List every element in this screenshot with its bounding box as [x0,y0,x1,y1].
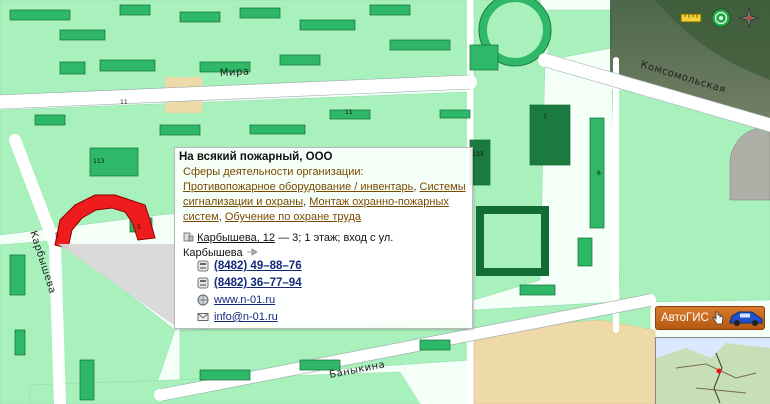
address-line-2: Карбышева [183,247,258,259]
building-number: 11 [120,99,128,106]
website-row: www.n-01.ru [197,293,275,307]
building-number: 133 [472,151,484,158]
activity-categories: Противопожарное оборудование / инвентарь… [183,181,466,223]
address-link[interactable]: Карбышева, 12 [197,232,275,244]
map-viewport[interactable]: Мира Комсомольская Карбышева Баныкина 11… [0,0,770,404]
map-toolbar [678,6,764,30]
building-number: 5 [137,224,141,231]
organization-info-popup: На всякий пожарный, ООО Сферы деятельнос… [174,147,473,329]
building-number: 7 [543,114,547,121]
building-number: 5 [55,232,59,239]
category-link-labor-training[interactable]: Обучение по охране труда [225,211,361,223]
building-icon [183,232,194,242]
phone-icon [197,260,209,272]
building-number: 6 [597,170,601,177]
activity-section-label: Сферы деятельности организации: [183,166,364,178]
radar-icon[interactable] [708,6,734,30]
organization-title: На всякий пожарный, ООО [179,151,333,163]
car-icon [728,308,764,328]
ruler-icon[interactable] [678,6,704,30]
address-details: — 3; 1 этаж; вход с ул. [278,232,394,244]
globe-icon [197,294,209,306]
street-label-mira: Мира [220,66,250,79]
category-link-fire-equipment[interactable]: Противопожарное оборудование / инвентарь [183,181,413,193]
phone-link-2[interactable]: (8482) 36–77–94 [214,277,302,289]
envelope-icon [197,311,209,323]
phone-row-2: (8482) 36–77–94 [197,276,302,290]
hand-cursor-icon [712,311,724,325]
website-link[interactable]: www.n-01.ru [214,294,275,306]
compass-icon[interactable] [736,6,762,30]
pin-icon[interactable] [246,247,258,256]
autogis-label: АвтоГИС [661,312,709,324]
email-link[interactable]: info@n-01.ru [214,311,278,323]
autogis-button[interactable]: АвтоГИС [655,306,765,330]
address-street: Карбышева [183,247,243,259]
overview-minimap[interactable] [655,337,770,404]
building-number: 113 [93,158,105,165]
phone-icon [197,277,209,289]
phone-row-1: (8482) 49–88–76 [197,259,302,273]
minimap-graphic [656,338,770,404]
email-row: info@n-01.ru [197,310,278,324]
phone-link-1[interactable]: (8482) 49–88–76 [214,260,302,272]
address-line: Карбышева, 12 — 3; 1 этаж; вход с ул. [183,232,393,244]
building-number: 11 [345,109,353,116]
